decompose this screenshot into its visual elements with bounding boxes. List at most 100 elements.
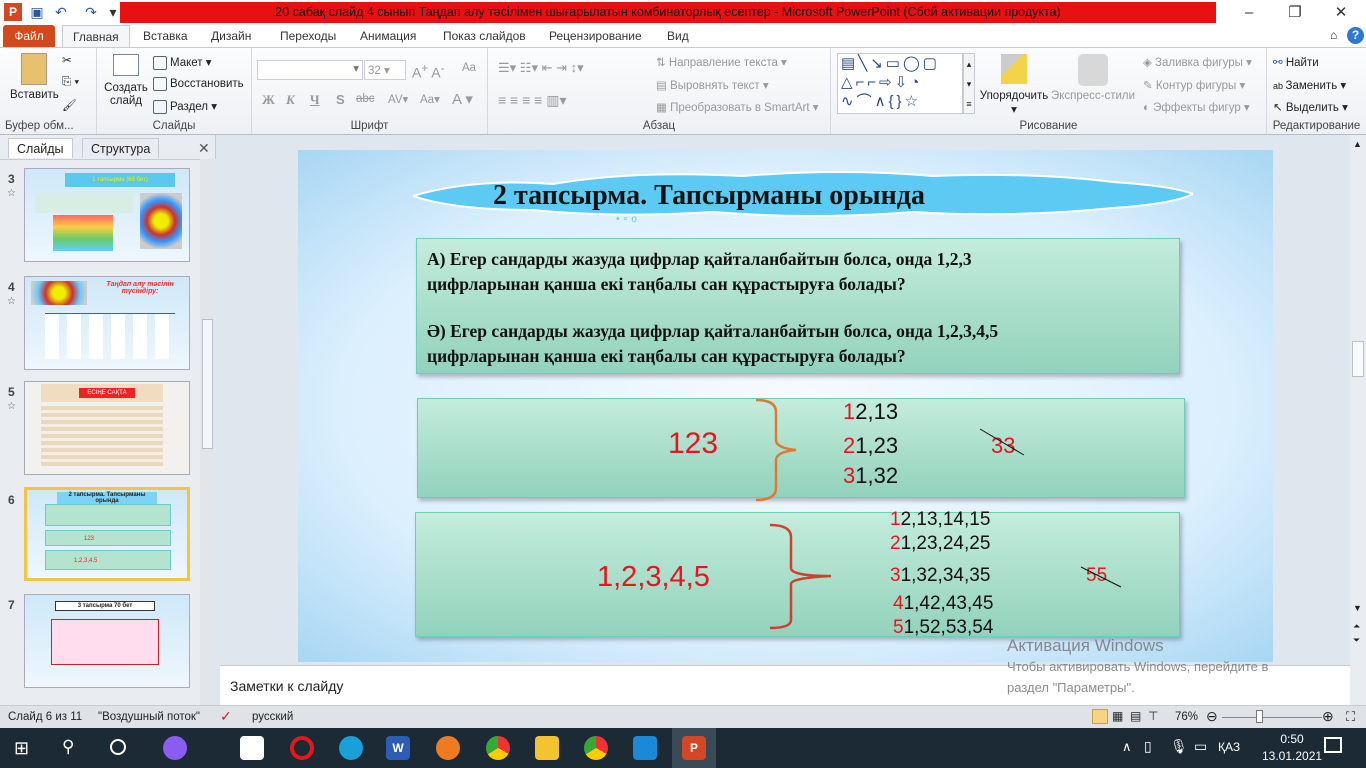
network-icon[interactable]: ▯ [1144, 738, 1152, 755]
display-icon[interactable]: ▭ [1194, 738, 1207, 755]
find-button[interactable]: ⚯ Найти [1273, 55, 1319, 69]
minimize-ribbon-icon[interactable]: ⌂ [1330, 28, 1337, 42]
store-icon[interactable] [240, 736, 264, 760]
section-button[interactable]: Раздел ▾ [153, 99, 217, 114]
clear-format-icon[interactable]: Aa [462, 62, 476, 74]
undo-icon[interactable]: ↶ [52, 3, 70, 21]
tab-insert[interactable]: Вставка [133, 25, 198, 47]
alice-icon[interactable] [163, 736, 187, 760]
zoom-slider[interactable] [1222, 717, 1322, 718]
spellcheck-icon[interactable]: ✓ [220, 708, 232, 725]
align-text-button[interactable]: ▤ Выровнять текст ▾ [656, 78, 769, 92]
layout-button[interactable]: Макет ▾ [153, 55, 212, 70]
tab-review[interactable]: Рецензирование [539, 25, 652, 47]
font-color-icon[interactable]: A ▾ [452, 90, 473, 108]
powerpoint-logo-icon[interactable]: P [4, 3, 22, 21]
tab-transitions[interactable]: Переходы [270, 25, 346, 47]
grow-font-icon[interactable]: A+ A- [412, 62, 445, 81]
close-button[interactable]: ✕ [1318, 0, 1364, 25]
panel-scroll-thumb[interactable] [202, 319, 213, 449]
tab-view[interactable]: Вид [657, 25, 699, 47]
chrome-profile-icon[interactable] [584, 736, 608, 760]
align-icons[interactable]: ≡ ≡ ≡ ≡ ▥▾ [498, 92, 567, 109]
theme-name[interactable]: "Воздушный поток" [98, 711, 200, 723]
slide-thumbnail-4[interactable]: Таңдап алу тәсілін түсіндіру: [24, 276, 190, 370]
previous-slide-icon[interactable]: ⏶ [1353, 621, 1360, 632]
tab-slides[interactable]: Слайды [8, 138, 73, 158]
powerpoint-taskbar-button[interactable]: P [672, 728, 716, 768]
normal-view-icon[interactable] [1092, 709, 1108, 724]
redo-icon[interactable]: ↷ [82, 3, 100, 21]
italic-button[interactable]: К [286, 92, 295, 108]
clock[interactable]: 0:50 13.01.2021 [1262, 732, 1322, 763]
minimize-button[interactable]: – [1226, 0, 1272, 25]
panel-scrollbar[interactable] [200, 159, 216, 705]
search-icon[interactable]: ⚲ [62, 737, 74, 757]
show-hidden-icons[interactable]: ∧ [1122, 739, 1132, 755]
arrange-button[interactable]: Упорядочить ▾ [979, 54, 1049, 116]
change-case-icon[interactable]: Aa▾ [420, 92, 440, 106]
tab-slideshow[interactable]: Показ слайдов [433, 25, 536, 47]
slide-sorter-icon[interactable]: ▦ [1112, 709, 1123, 723]
slide[interactable]: • ∘ o 2 тапсырма. Тапсырманы орында А) Е… [298, 150, 1273, 662]
windows-start-icon[interactable]: ⊞ [14, 738, 29, 759]
shapes-gallery[interactable]: ▤╲↘▭◯▢ △⌐⌐⇨⇩◔ ∿⌒∧{}☆ [837, 53, 963, 114]
cut-icon[interactable]: ✂ [62, 53, 72, 67]
shape-outline-button[interactable]: ✎ Контур фигуры ▾ [1143, 78, 1245, 92]
next-slide-icon[interactable]: ⏷ [1353, 635, 1360, 646]
help-icon[interactable]: ? [1347, 27, 1364, 44]
vertical-scrollbar[interactable]: ▲ ▼ ⏶ ⏷ [1350, 135, 1366, 705]
edge-icon[interactable] [339, 736, 363, 760]
scroll-up-icon[interactable]: ▲ [1353, 139, 1362, 149]
keyboard-language[interactable]: ҚАЗ [1218, 740, 1240, 754]
firefox-icon[interactable] [436, 736, 460, 760]
reading-view-icon[interactable]: ▤ [1130, 709, 1141, 723]
cortana-icon[interactable] [110, 739, 126, 755]
slideshow-icon[interactable]: ⊤ [1148, 709, 1158, 723]
chrome-icon[interactable] [486, 736, 510, 760]
underline-button[interactable]: Ч [310, 92, 320, 108]
maximize-button[interactable]: ❐ [1272, 0, 1318, 25]
notes-pane[interactable]: Заметки к слайду [220, 665, 1350, 705]
slide-thumbnail-5[interactable]: ЕСІҢЕ САҚТА [24, 381, 190, 475]
tab-file[interactable]: Файл [3, 25, 55, 47]
bold-button[interactable]: Ж [262, 92, 275, 108]
notifications-icon[interactable] [1324, 737, 1342, 753]
reset-button[interactable]: Восстановить [153, 77, 244, 91]
language-indicator[interactable]: русский [252, 711, 293, 723]
shape-fill-button[interactable]: ◈ Заливка фигуры ▾ [1143, 55, 1252, 69]
paste-button[interactable]: Вставить [10, 53, 59, 101]
shadow-button[interactable]: S [336, 92, 345, 107]
zoom-level[interactable]: 76% [1175, 711, 1198, 723]
close-panel-icon[interactable]: ✕ [198, 140, 210, 157]
scroll-down-icon[interactable]: ▼ [1353, 603, 1362, 613]
scroll-thumb[interactable] [1352, 341, 1364, 377]
slide-thumbnail-3[interactable]: 1 тапсырма (69 бет) [24, 168, 190, 262]
new-slide-button[interactable]: Создать слайд [103, 54, 149, 108]
microphone-icon[interactable]: 🎙 [1170, 738, 1188, 755]
slide-thumbnail-7[interactable]: 3 тапсырма 70 бет [24, 594, 190, 688]
save-icon[interactable]: ▣ [28, 3, 46, 21]
text-direction-button[interactable]: ⇅ Направление текста ▾ [656, 55, 787, 69]
tab-design[interactable]: Дизайн [201, 25, 261, 47]
file-explorer-icon[interactable] [535, 736, 559, 760]
slide-thumbnail-6[interactable]: 2 тапсырма. Тапсырманы орында 123 1,2,3,… [24, 487, 190, 581]
font-name-select[interactable]: ▾ [257, 60, 363, 80]
tab-outline[interactable]: Структура [82, 138, 160, 158]
tab-animation[interactable]: Анимация [350, 25, 426, 47]
replace-button[interactable]: ab Заменить ▾ [1273, 78, 1346, 92]
word-icon[interactable]: W [386, 736, 410, 760]
zoom-out-icon[interactable]: ⊖ [1206, 708, 1218, 725]
select-button[interactable]: ↖ Выделить ▾ [1273, 100, 1348, 114]
mail-icon[interactable] [633, 736, 657, 760]
smartart-button[interactable]: ▦ Преобразовать в SmartArt ▾ [656, 100, 819, 114]
copy-icon[interactable]: ⎘ ▾ [62, 76, 79, 89]
fit-slide-icon[interactable]: ⛶ [1346, 709, 1355, 725]
char-spacing-icon[interactable]: AV▾ [388, 92, 408, 106]
opera-icon[interactable] [290, 736, 314, 760]
gallery-scroll[interactable]: ▴ ▾ ≡ [963, 53, 975, 114]
zoom-slider-handle[interactable] [1256, 710, 1263, 723]
shape-effects-button[interactable]: ◐ Эффекты фигур ▾ [1143, 100, 1250, 114]
quick-styles-button[interactable]: Экспресс-стили [1049, 54, 1137, 102]
font-size-select[interactable]: 32 ▾ [364, 60, 406, 80]
